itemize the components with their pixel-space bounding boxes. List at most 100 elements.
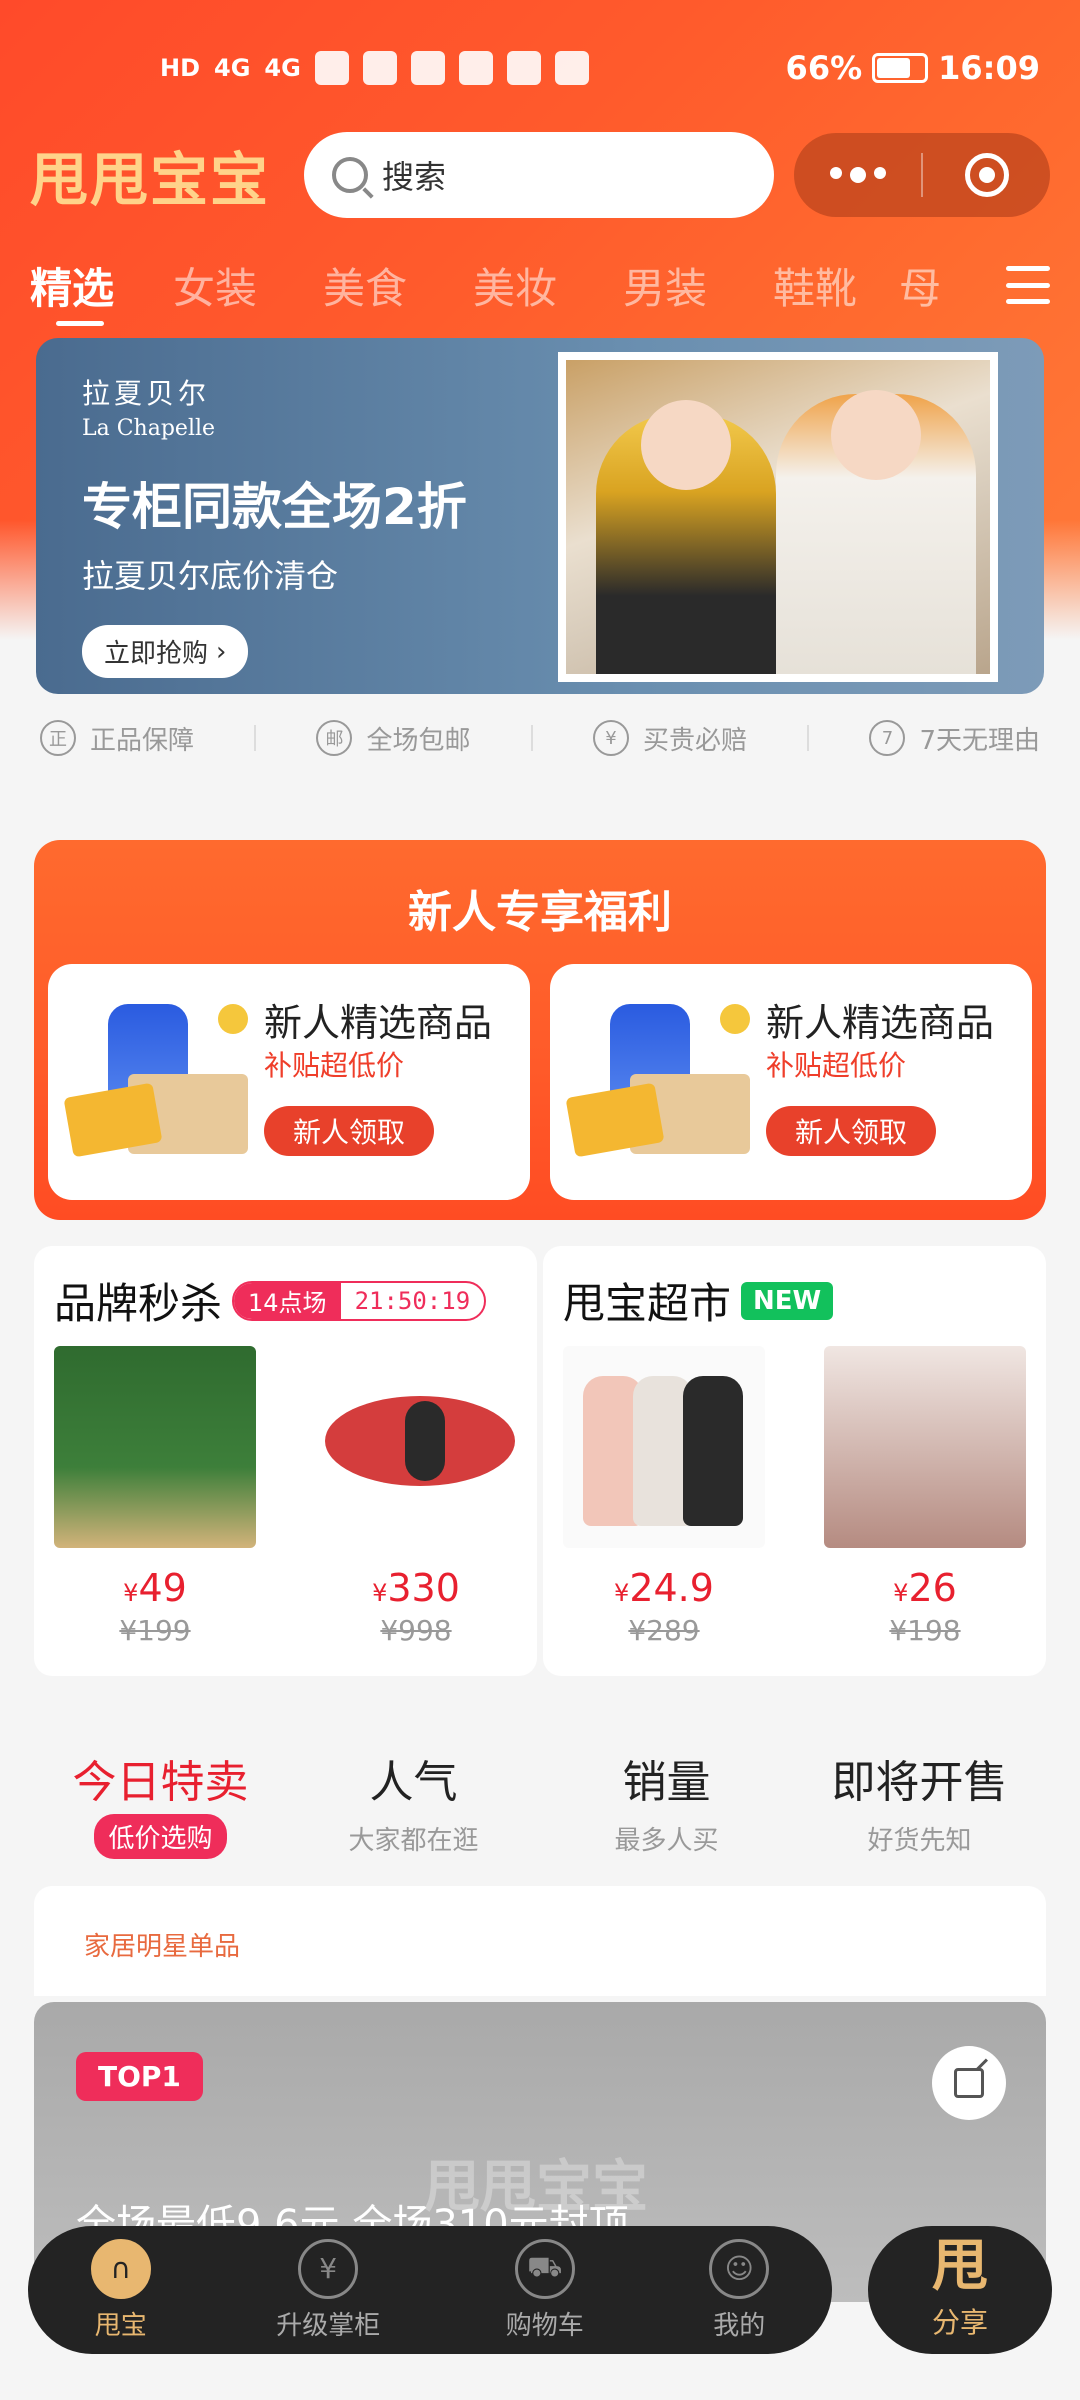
search-icon — [332, 157, 369, 193]
tab-upcoming[interactable]: 即将开售 好货先知 — [793, 1746, 1046, 1856]
new-user-cards: 新人精选商品 补贴超低价 新人领取 新人精选商品 补贴超低价 新人领取 — [48, 964, 1032, 1200]
flash-sale-card[interactable]: 品牌秒杀 14点场 21:50:19 ¥49 ¥199 ¥330 ¥998 — [34, 1246, 537, 1676]
yen-icon: ¥ — [592, 720, 629, 756]
tab-womens[interactable]: 女装 — [140, 255, 290, 316]
guarantee-label: 买贵必赔 — [642, 725, 747, 756]
guarantee-authentic: 正 正品保障 — [40, 720, 194, 757]
search-placeholder: 搜索 — [382, 158, 447, 196]
more-button[interactable] — [794, 167, 921, 183]
tab-today-sale[interactable]: 今日特卖 低价选购 — [34, 1746, 287, 1859]
nav-label: 购物车 — [505, 2310, 584, 2341]
sort-tab-title: 即将开售 — [831, 1757, 1008, 1808]
flash-sale-title: 品牌秒杀 — [54, 1279, 223, 1328]
nav-home[interactable]: ∩ 甩宝 — [90, 2238, 151, 2342]
tab-beauty[interactable]: 美妆 — [440, 255, 590, 316]
flash-sale-header: 品牌秒杀 14点场 21:50:19 — [54, 1270, 517, 1331]
yen-icon: ¥ — [298, 2238, 359, 2299]
sort-tab-sub: 好货先知 — [867, 1826, 972, 1856]
miniprogram-capsule — [794, 133, 1050, 217]
sort-tab-sub: 低价选购 — [94, 1814, 227, 1859]
nav-cart[interactable]: ⛟ 购物车 — [505, 2238, 584, 2342]
tab-mother[interactable]: 母 — [890, 255, 950, 316]
product-old-price: ¥199 — [119, 1614, 191, 1647]
model-head — [831, 390, 921, 480]
sort-tab-title: 今日特卖 — [72, 1757, 249, 1808]
authentic-icon: 正 — [40, 720, 76, 756]
feed-label: 家居明星单品 — [84, 1932, 241, 1962]
product-item[interactable]: ¥26 ¥198 — [824, 1346, 1026, 1647]
home-icon: ∩ — [90, 2238, 151, 2299]
sort-tab-title: 人气 — [369, 1757, 458, 1808]
banner-photo — [558, 352, 998, 682]
tab-popular[interactable]: 人气 大家都在逛 — [287, 1746, 540, 1856]
new-user-card[interactable]: 新人精选商品 补贴超低价 新人领取 — [48, 964, 530, 1200]
share-fab[interactable]: 甩 分享 — [868, 2226, 1052, 2354]
headphones-icon — [506, 51, 541, 85]
top-badge: TOP1 — [76, 2052, 203, 2101]
banner-buy-label: 立即抢购 — [104, 639, 209, 669]
product-item[interactable]: ¥49 ¥199 — [54, 1346, 256, 1647]
category-tabs: 精选 女装 美食 美妆 男装 鞋靴 母 — [30, 250, 1050, 326]
chevron-right-icon: › — [216, 636, 227, 667]
claim-button[interactable]: 新人领取 — [264, 1106, 434, 1156]
app-notification-icon — [410, 51, 445, 85]
product-price: ¥24.9 — [614, 1566, 714, 1610]
tab-food[interactable]: 美食 — [290, 255, 440, 316]
alarm-icon — [554, 51, 589, 85]
search-input[interactable]: 搜索 — [304, 132, 775, 218]
tab-shoes[interactable]: 鞋靴 — [740, 255, 890, 316]
new-user-product-name: 新人精选商品 — [264, 1001, 493, 1045]
banner-text: 拉夏贝尔 La Chapelle 专柜同款全场2折 拉夏贝尔底价清仓 立即抢购 … — [82, 372, 467, 678]
battery-percent: 66% — [785, 49, 863, 87]
product-price: ¥49 — [123, 1566, 187, 1610]
product-item[interactable]: ¥330 ¥998 — [315, 1346, 517, 1647]
sort-tab-title: 销量 — [622, 1757, 711, 1808]
share-icon — [954, 2068, 984, 2098]
user-icon: ☺ — [709, 2238, 770, 2299]
banner-buy-button[interactable]: 立即抢购 › — [82, 625, 249, 678]
product-price: ¥330 — [372, 1566, 460, 1610]
market-title: 甩宝超市 — [563, 1279, 732, 1328]
nav-upgrade[interactable]: ¥ 升级掌柜 — [276, 2238, 380, 2342]
status-bar: HD 4G 4G 66% 16:09 — [160, 40, 1040, 96]
signal-4g-1: 4G — [214, 54, 251, 82]
market-header: 甩宝超市 NEW — [563, 1270, 1026, 1331]
tab-sales[interactable]: 销量 最多人买 — [540, 1746, 793, 1856]
massage-belt-image — [315, 1346, 517, 1548]
flash-items: ¥49 ¥199 ¥330 ¥998 — [54, 1346, 517, 1647]
share-button[interactable] — [932, 2046, 1006, 2120]
wifi-icon — [314, 51, 349, 85]
flash-countdown: 14点场 21:50:19 — [232, 1280, 487, 1321]
divider — [530, 725, 533, 751]
category-menu-icon[interactable] — [1006, 266, 1050, 304]
sort-tab-sub: 最多人买 — [614, 1826, 719, 1856]
close-miniprogram-button[interactable] — [923, 153, 1050, 197]
guarantee-row: 正 正品保障 邮 全场包邮 ¥ 买贵必赔 7 7天无理由 — [40, 710, 1040, 766]
more-dot-icon — [849, 167, 866, 183]
divider — [807, 725, 810, 751]
tab-mens[interactable]: 男装 — [590, 255, 740, 316]
model-head — [641, 400, 731, 490]
tab-selected[interactable]: 精选 — [30, 255, 140, 326]
session-label: 14点场 — [234, 1282, 341, 1319]
nav-profile[interactable]: ☺ 我的 — [709, 2238, 770, 2342]
cart-icon: ⛟ — [514, 2238, 575, 2299]
target-icon — [964, 153, 1009, 197]
battery-group: 66% 16:09 — [786, 49, 1040, 87]
new-user-card[interactable]: 新人精选商品 补贴超低价 新人领取 — [550, 964, 1032, 1200]
banner-subtitle: 拉夏贝尔底价清仓 — [82, 557, 339, 595]
seven-day-icon: 7 — [869, 720, 906, 756]
product-item[interactable]: ¥24.9 ¥289 — [563, 1346, 765, 1647]
more-dot-icon — [829, 167, 842, 179]
new-badge: NEW — [741, 1281, 834, 1320]
new-user-title: 新人专享福利 — [408, 887, 672, 938]
nav-label: 甩宝 — [94, 2310, 147, 2341]
lunchbox-image — [54, 1346, 256, 1548]
promo-banner[interactable]: 拉夏贝尔 La Chapelle 专柜同款全场2折 拉夏贝尔底价清仓 立即抢购 … — [36, 338, 1044, 694]
market-card[interactable]: 甩宝超市 NEW ¥24.9 ¥289 ¥26 ¥198 — [543, 1246, 1046, 1676]
product-old-price: ¥198 — [889, 1614, 961, 1647]
new-user-product-sub: 补贴超低价 — [264, 1049, 405, 1082]
feed-header-card: 家居明星单品 — [34, 1886, 1046, 1996]
sort-tab-sub: 大家都在逛 — [348, 1826, 479, 1856]
claim-button[interactable]: 新人领取 — [766, 1106, 936, 1156]
